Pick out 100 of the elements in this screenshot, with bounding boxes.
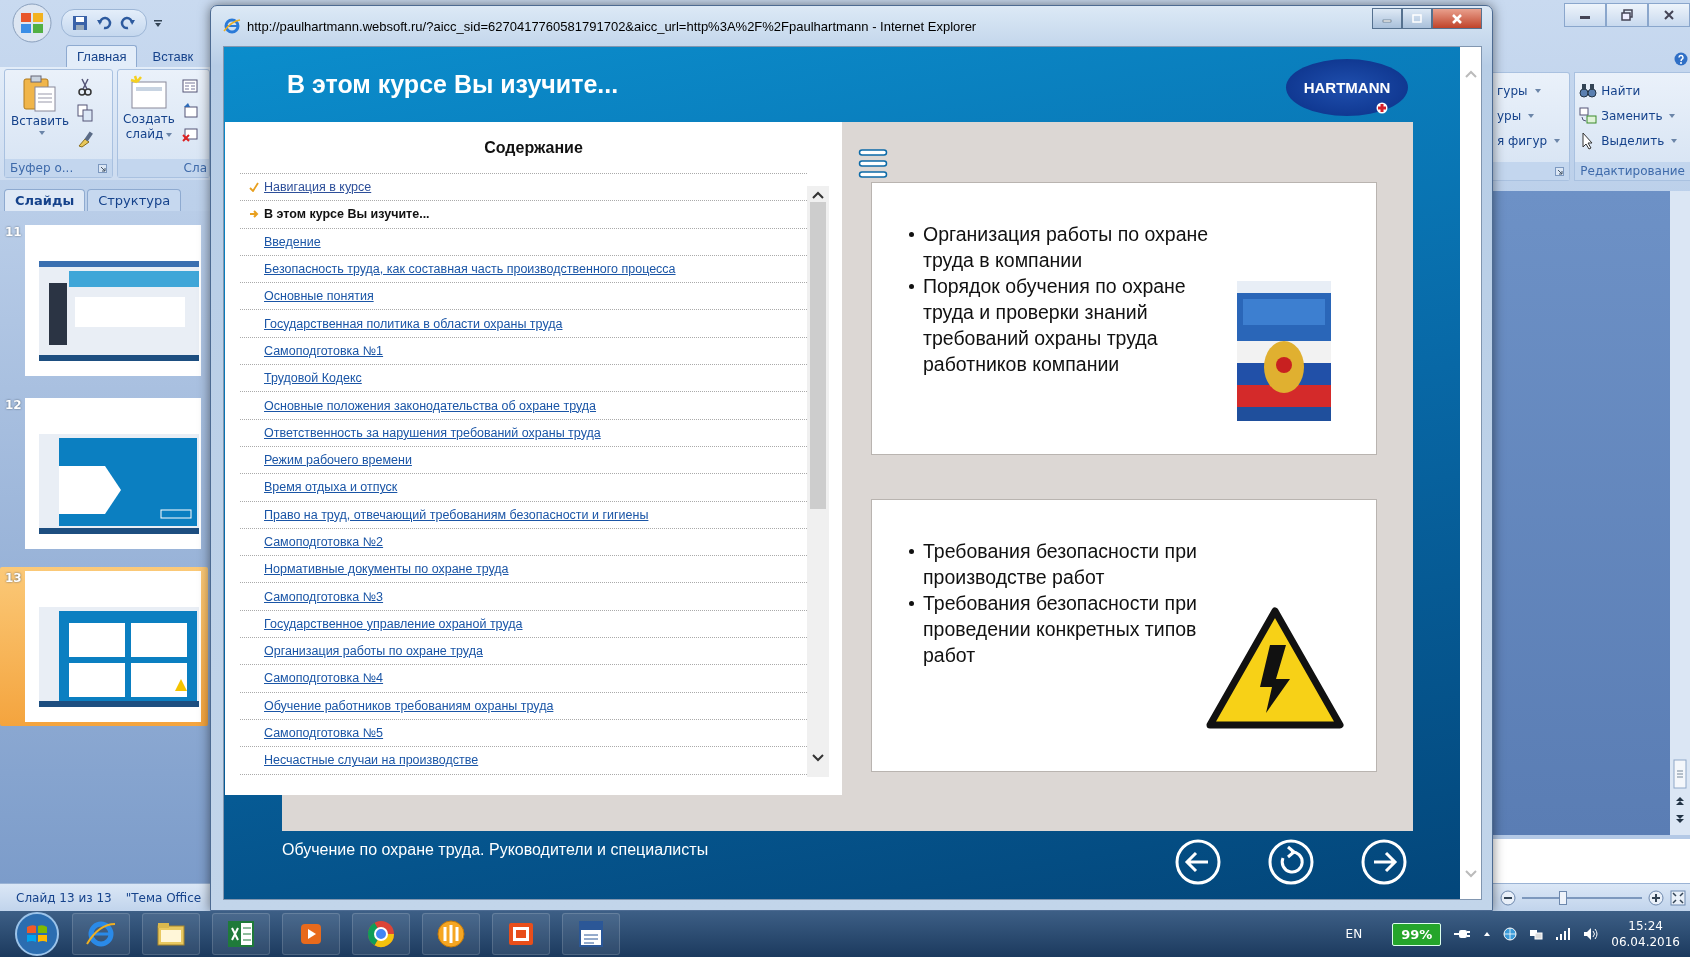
help-icon[interactable] bbox=[1674, 52, 1688, 66]
back-button[interactable] bbox=[1174, 838, 1222, 886]
bullet-text: Организация работы по охране труда в компании bbox=[923, 222, 1210, 273]
current-topic[interactable]: В этом курсе Вы изучите... bbox=[264, 207, 430, 222]
dialog-launcher-icon[interactable] bbox=[1555, 166, 1565, 176]
restore-icon bbox=[1620, 9, 1634, 21]
slide-thumbnail[interactable] bbox=[25, 398, 201, 549]
plug-icon[interactable] bbox=[1453, 927, 1472, 941]
ribbon-tab[interactable]: Главная bbox=[66, 45, 138, 67]
ribbon-tab[interactable]: Вставк bbox=[141, 45, 205, 67]
topic-link[interactable]: Введение bbox=[264, 234, 321, 249]
topic-link[interactable]: Организация работы по охране труда bbox=[264, 644, 483, 659]
topic-link[interactable]: Трудовой Кодекс bbox=[264, 371, 362, 386]
contents-heading: Содержание bbox=[484, 138, 583, 157]
copy-icon[interactable] bbox=[77, 104, 94, 122]
taskbar-button[interactable] bbox=[352, 913, 410, 955]
ribbon-item[interactable]: Заменить bbox=[1577, 104, 1688, 128]
topic-link[interactable]: Право на труд, отвечающий требованиям безопасности и гигиены bbox=[264, 507, 649, 522]
clipboard-icon bbox=[22, 74, 59, 112]
arrow-right-icon bbox=[1360, 838, 1408, 886]
topic-link[interactable]: Несчастные случаи на производстве bbox=[264, 753, 479, 768]
redo-icon[interactable] bbox=[120, 14, 136, 31]
topic-link[interactable]: Навигация в курсе bbox=[264, 180, 372, 195]
slide-thumbnail[interactable] bbox=[25, 225, 201, 376]
chevron-down-icon[interactable] bbox=[811, 753, 825, 763]
taskbar-button[interactable] bbox=[142, 913, 200, 955]
topic-link[interactable]: Основные положения законодательства об охране труда bbox=[264, 398, 597, 413]
delete-slide-icon[interactable] bbox=[182, 126, 198, 142]
wheel-icon bbox=[365, 918, 397, 950]
taskbar-button[interactable] bbox=[212, 913, 270, 955]
fit-window-icon[interactable] bbox=[1670, 889, 1686, 906]
network-icon[interactable] bbox=[1529, 927, 1544, 941]
taskbar-button[interactable] bbox=[562, 913, 620, 955]
topic-link[interactable]: Государственное управление охраной труда bbox=[264, 616, 523, 631]
forward-button[interactable] bbox=[1360, 838, 1408, 886]
topic-link[interactable]: Режим рабочего времени bbox=[264, 453, 412, 468]
ribbon-item[interactable]: Найти bbox=[1577, 79, 1688, 103]
scroll-thumb[interactable] bbox=[1673, 759, 1687, 789]
topic-link[interactable]: Самоподготовка №5 bbox=[264, 726, 384, 741]
topic-link[interactable]: Государственная политика в области охраны труда bbox=[264, 316, 563, 331]
topic-link[interactable]: Ответственность за нарушения требований охраны труда bbox=[264, 425, 601, 440]
topic-link[interactable]: Основные понятия bbox=[264, 289, 374, 304]
close-icon bbox=[1450, 12, 1464, 25]
language-indicator[interactable]: EN bbox=[1345, 927, 1363, 941]
topic-link[interactable]: Самоподготовка №4 bbox=[264, 671, 384, 686]
group-label: Редактирование bbox=[1580, 164, 1685, 178]
close-button[interactable] bbox=[1648, 3, 1690, 27]
ribbon-item[interactable]: уры bbox=[1495, 104, 1568, 128]
paste-button[interactable]: Вставить bbox=[9, 74, 72, 159]
zoom-in-icon[interactable] bbox=[1648, 889, 1664, 906]
maximize-button[interactable] bbox=[1402, 8, 1432, 29]
caret-icon bbox=[166, 132, 173, 137]
speaker-icon[interactable] bbox=[1583, 927, 1600, 941]
topic-link[interactable]: Самоподготовка №1 bbox=[264, 343, 384, 358]
taskbar-button[interactable] bbox=[422, 913, 480, 955]
chevron-up-icon[interactable] bbox=[811, 190, 825, 200]
slider-thumb[interactable] bbox=[1558, 890, 1567, 905]
panel-tab[interactable]: Структура bbox=[87, 189, 182, 211]
topic-link[interactable]: Безопасность труда, как составная часть производственного процесса bbox=[264, 262, 676, 277]
menu-icon[interactable] bbox=[858, 148, 888, 180]
bullet-icon bbox=[909, 232, 914, 237]
signal-icon[interactable] bbox=[1555, 927, 1572, 941]
minimize-button[interactable] bbox=[1372, 8, 1402, 29]
start-button[interactable] bbox=[14, 911, 60, 957]
zoom-out-icon[interactable] bbox=[1500, 889, 1516, 906]
reset-icon[interactable] bbox=[182, 102, 198, 118]
topic-link[interactable]: Самоподготовка №2 bbox=[264, 535, 384, 549]
office-button[interactable] bbox=[9, 2, 55, 43]
scroll-thumb[interactable] bbox=[810, 202, 826, 509]
globe-icon[interactable] bbox=[1503, 927, 1518, 941]
scissors-icon[interactable] bbox=[77, 78, 94, 96]
notes-field[interactable] bbox=[1493, 835, 1690, 883]
ribbon-item[interactable]: я фигур bbox=[1495, 129, 1568, 153]
slide-number: 13 bbox=[5, 571, 21, 585]
topic-link[interactable]: Самоподготовка №3 bbox=[264, 589, 384, 604]
new-slide-button[interactable]: Создать слайд bbox=[122, 74, 176, 159]
ribbon-item[interactable]: Выделить bbox=[1577, 129, 1688, 153]
dialog-launcher-icon[interactable] bbox=[98, 163, 107, 173]
topic-link[interactable]: Время отдыха и отпуск bbox=[264, 480, 398, 495]
topic-link[interactable]: Нормативные документы по охране труда bbox=[264, 562, 509, 577]
taskbar-button[interactable] bbox=[492, 913, 550, 955]
minimize-button[interactable] bbox=[1564, 3, 1606, 27]
clock-date[interactable]: 06.04.2016 bbox=[1611, 934, 1680, 950]
tray-arrow-icon[interactable] bbox=[1483, 930, 1492, 938]
clock-time[interactable]: 15:24 bbox=[1628, 918, 1663, 934]
panel-tab[interactable]: Слайды bbox=[4, 189, 86, 211]
high-voltage-sign-icon bbox=[1206, 607, 1344, 729]
save-icon[interactable] bbox=[72, 14, 88, 31]
customize-icon[interactable] bbox=[153, 17, 163, 28]
slide-thumbnail[interactable] bbox=[25, 571, 201, 722]
group-label: Буфер о... bbox=[10, 161, 74, 175]
layout-icon[interactable] bbox=[182, 78, 198, 94]
topic-link[interactable]: Обучение работников требованиям охраны труда bbox=[264, 698, 554, 713]
close-button[interactable] bbox=[1432, 8, 1482, 29]
ribbon-item[interactable]: гуры bbox=[1495, 79, 1568, 103]
slide-icon bbox=[129, 74, 169, 110]
restore-button[interactable] bbox=[1606, 3, 1648, 27]
reload-button[interactable] bbox=[1267, 838, 1315, 886]
undo-icon[interactable] bbox=[96, 14, 112, 31]
taskbar-button[interactable] bbox=[72, 913, 130, 955]
